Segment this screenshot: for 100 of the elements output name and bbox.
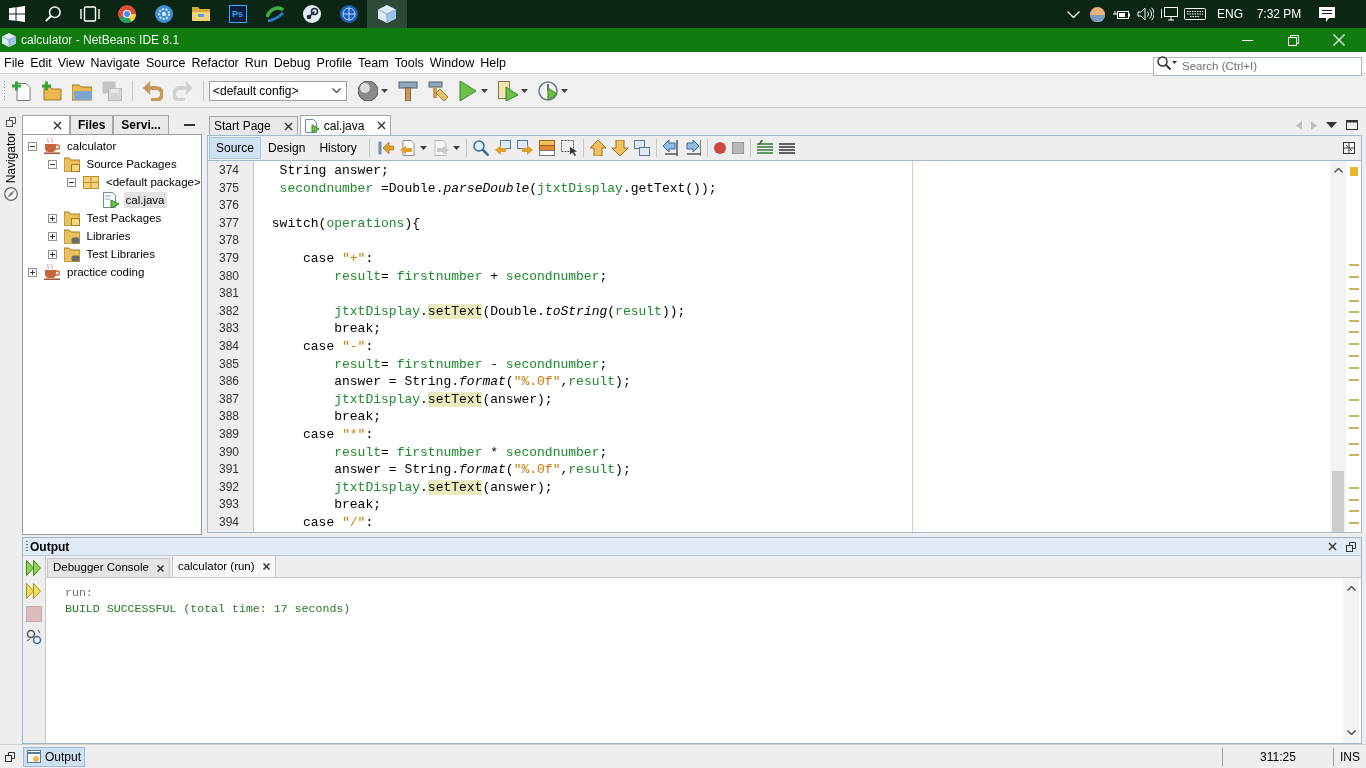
caret-icon[interactable] — [481, 88, 488, 93]
panel-tab[interactable]: Files — [70, 115, 114, 134]
taskbar-button[interactable] — [367, 0, 407, 28]
menu-item[interactable]: Tools — [391, 53, 427, 72]
double-play-icon[interactable] — [26, 583, 42, 599]
search-field[interactable]: Search (Ctrl+I) — [1153, 56, 1362, 76]
output-tab[interactable]: calculator (run) — [171, 555, 276, 577]
battery-icon[interactable] — [1112, 8, 1130, 20]
hammer-icon[interactable] — [398, 80, 418, 101]
minimize-icon[interactable] — [184, 123, 195, 126]
expand-icon[interactable] — [47, 249, 57, 259]
keyboard-icon[interactable] — [1184, 8, 1206, 20]
play-document-icon[interactable] — [498, 80, 518, 101]
menu-item[interactable]: View — [54, 53, 88, 72]
caret-icon[interactable] — [1172, 61, 1177, 64]
restore-icon[interactable] — [1287, 34, 1299, 46]
menu-item[interactable]: Profile — [313, 53, 355, 72]
scroll-down-icon[interactable] — [1346, 730, 1356, 735]
caret-icon[interactable] — [561, 88, 568, 93]
view-tab[interactable]: History — [312, 137, 364, 159]
task-view-icon[interactable] — [79, 6, 100, 22]
square-marker-icon[interactable] — [1349, 167, 1358, 176]
clock-play-icon[interactable] — [538, 80, 558, 101]
vertical-scrollbar[interactable] — [1343, 578, 1359, 743]
search-icon[interactable] — [44, 6, 61, 22]
jump-back-icon[interactable] — [377, 140, 394, 156]
tree-item[interactable]: Source Packages — [84, 156, 179, 172]
collapse-icon[interactable] — [47, 159, 57, 169]
tree-item[interactable]: <default package> — [104, 174, 203, 190]
restore-icon[interactable] — [1346, 541, 1356, 552]
menu-item[interactable]: Help — [477, 53, 509, 72]
close-icon[interactable] — [1328, 542, 1337, 551]
view-tab[interactable]: Design — [261, 137, 313, 159]
lines-icon[interactable] — [778, 140, 795, 156]
comment-lines-icon[interactable] — [756, 140, 773, 156]
close-icon[interactable] — [283, 121, 293, 131]
globe-icon[interactable] — [339, 5, 358, 23]
cube-icon[interactable] — [378, 5, 396, 23]
vertical-scrollbar[interactable] — [1330, 161, 1346, 532]
caret-icon[interactable] — [521, 88, 528, 93]
chevron-icon[interactable] — [1066, 10, 1080, 18]
logo-tile[interactable]: Ps — [228, 5, 247, 23]
tree-item[interactable]: Test Packages — [84, 210, 164, 226]
folder-icon[interactable] — [191, 5, 210, 23]
monitor-icon[interactable] — [1160, 7, 1178, 21]
maximize-icon[interactable] — [1346, 120, 1358, 130]
linked-circles-icon[interactable] — [302, 5, 321, 23]
close-icon[interactable] — [156, 564, 164, 572]
search-icon[interactable] — [1157, 55, 1171, 70]
shift-left-icon[interactable] — [662, 140, 679, 156]
sphere-icon[interactable] — [358, 80, 378, 101]
menu-item[interactable]: Run — [241, 53, 271, 72]
arrow-down-icon[interactable] — [611, 140, 628, 156]
tree-item[interactable]: Libraries — [84, 228, 133, 244]
side-tab[interactable]: Navigator — [4, 132, 18, 184]
double-play-icon[interactable] — [26, 560, 42, 576]
restore-icon[interactable] — [5, 751, 15, 762]
stacked-pages-icon[interactable] — [633, 140, 650, 156]
play-icon[interactable] — [458, 80, 478, 101]
tree-item[interactable]: Test Libraries — [84, 246, 157, 262]
ring-logo-icon[interactable] — [117, 5, 136, 23]
find-next-icon[interactable] — [516, 140, 533, 156]
editor-tab[interactable]: Start Page — [209, 116, 298, 135]
menu-item[interactable]: Window — [426, 53, 478, 72]
stacked-bars-icon[interactable] — [538, 140, 555, 156]
menu-item[interactable]: Refactor — [188, 53, 242, 72]
windows-logo-icon[interactable] — [9, 6, 25, 22]
swirl-logo-icon[interactable] — [265, 5, 284, 23]
scroll-up-icon[interactable] — [1333, 168, 1343, 173]
new-file-icon[interactable] — [12, 80, 32, 101]
notification-icon[interactable] — [1319, 6, 1335, 22]
language-indicator[interactable]: ENG — [1217, 5, 1243, 23]
caret-icon[interactable] — [419, 146, 427, 150]
hammer-broom-icon[interactable] — [428, 80, 448, 101]
close-icon[interactable] — [377, 121, 387, 130]
gear-ball-icon[interactable] — [154, 5, 173, 23]
panel-tab[interactable]: Servi... — [113, 115, 169, 134]
new-folder-icon[interactable] — [42, 80, 62, 101]
menu-item[interactable]: Team — [355, 53, 392, 72]
shift-right-icon[interactable] — [684, 140, 701, 156]
menu-item[interactable]: Navigate — [87, 53, 143, 72]
editor-tab[interactable]: cal.java — [299, 115, 392, 135]
clock[interactable]: 7:32 PM — [1256, 5, 1302, 23]
dropdown-icon[interactable] — [1326, 122, 1337, 128]
caret-icon[interactable] — [332, 88, 341, 93]
tree-item[interactable]: calculator — [65, 138, 119, 154]
menu-item[interactable]: Source — [142, 53, 189, 72]
rings-icon[interactable] — [26, 629, 42, 645]
menu-item[interactable]: Debug — [270, 53, 314, 72]
menu-item[interactable]: File — [1, 53, 28, 72]
sphere-icon[interactable] — [1089, 6, 1105, 22]
expand-icon[interactable] — [47, 213, 57, 223]
find-previous-icon[interactable] — [494, 140, 511, 156]
compass-icon[interactable] — [4, 187, 18, 202]
expand-icon[interactable] — [28, 267, 37, 277]
scrollbar-thumb[interactable] — [1332, 471, 1344, 532]
tree-item[interactable]: cal.java — [123, 192, 167, 208]
window-button[interactable]: Output — [23, 746, 86, 767]
split-view-icon[interactable] — [1343, 142, 1355, 154]
menu-item[interactable]: Edit — [27, 53, 55, 72]
